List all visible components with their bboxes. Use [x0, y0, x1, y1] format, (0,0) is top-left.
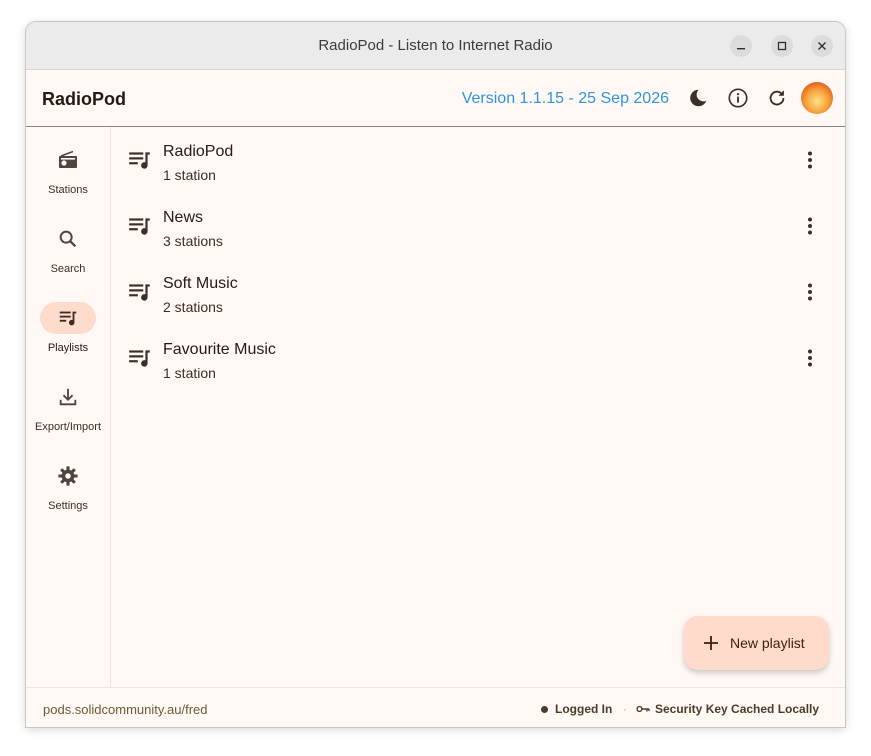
minimize-button[interactable] — [730, 35, 752, 57]
playlist-count: 1 station — [163, 365, 216, 381]
app-logo — [801, 82, 833, 114]
playlist-count: 3 stations — [163, 233, 223, 249]
app-bar: RadioPod Version 1.1.15 - 25 Sep 2026 — [26, 70, 845, 127]
window-titlebar[interactable]: RadioPod - Listen to Internet Radio — [26, 22, 845, 70]
playlist-icon — [129, 218, 150, 235]
close-button[interactable] — [811, 35, 833, 57]
close-icon — [818, 42, 826, 50]
maximize-button[interactable] — [771, 35, 793, 57]
window-title: RadioPod - Listen to Internet Radio — [318, 37, 553, 54]
rail-icon-container — [40, 302, 96, 334]
rail-icon-container — [40, 223, 96, 255]
rail-icon-container — [40, 381, 96, 413]
key-status-label: Security Key Cached Locally — [655, 702, 820, 716]
playlist-name: Soft Music — [163, 275, 238, 292]
more-options-button[interactable] — [797, 145, 823, 175]
more-vert-icon — [808, 349, 812, 367]
playlist-icon — [129, 152, 150, 169]
gear-icon — [58, 466, 78, 486]
app-title: RadioPod — [42, 89, 126, 109]
list-item[interactable]: Favourite Music 1 station — [111, 325, 845, 391]
playlist-icon — [129, 350, 150, 367]
rail-label: Export/Import — [34, 421, 102, 433]
download-icon — [59, 388, 77, 406]
more-options-button[interactable] — [797, 211, 823, 241]
rail-item-playlists[interactable]: Playlists — [26, 302, 110, 372]
search-icon — [59, 230, 77, 248]
playlist-name: RadioPod — [163, 143, 234, 160]
info-icon — [728, 88, 748, 108]
rail-icon-container — [40, 460, 96, 492]
rail-label: Search — [50, 263, 86, 275]
refresh-icon — [769, 90, 785, 106]
app-window: RadioPod - Listen to Internet Radio Radi… — [26, 22, 845, 727]
refresh-button[interactable] — [764, 85, 790, 111]
playlist-name: News — [163, 209, 204, 226]
playlist-count: 1 station — [163, 167, 216, 183]
more-vert-icon — [808, 283, 812, 301]
rail-label: Stations — [48, 184, 88, 196]
radio-icon — [59, 150, 77, 168]
list-item[interactable]: News 3 stations — [111, 193, 845, 259]
login-status-label: Logged In — [555, 702, 613, 716]
playlist-name: Favourite Music — [163, 341, 276, 358]
about-button[interactable] — [725, 85, 751, 111]
rail-label: Playlists — [47, 342, 89, 354]
playlist-icon — [129, 284, 150, 301]
moon-icon — [690, 89, 707, 107]
new-playlist-button[interactable]: New playlist — [684, 616, 829, 670]
plus-icon — [704, 636, 718, 650]
pod-url: pods.solidcommunity.au/fred — [43, 702, 208, 717]
minimize-icon — [737, 48, 745, 50]
new-playlist-label: New playlist — [730, 635, 805, 651]
theme-toggle-button[interactable] — [685, 85, 711, 111]
key-icon — [636, 705, 650, 713]
more-options-button[interactable] — [797, 277, 823, 307]
status-dot-icon — [541, 705, 548, 713]
rail-item-stations[interactable]: Stations — [26, 144, 110, 214]
version-link[interactable]: Version 1.1.15 - 25 Sep 2026 — [462, 90, 669, 108]
login-status: Logged In — [541, 702, 612, 716]
rail-item-export-import[interactable]: Export/Import — [26, 381, 110, 451]
playlist-icon — [59, 311, 77, 326]
maximize-icon — [777, 41, 787, 51]
more-vert-icon — [808, 151, 812, 169]
navigation-rail: Stations Search Playlists Export/Import — [26, 127, 111, 687]
list-item[interactable]: Soft Music 2 stations — [111, 259, 845, 325]
rail-item-search[interactable]: Search — [26, 223, 110, 293]
key-status: Security Key Cached Locally — [636, 702, 819, 716]
rail-item-settings[interactable]: Settings — [26, 460, 110, 530]
rail-label: Settings — [48, 500, 88, 512]
list-item[interactable]: RadioPod 1 station — [111, 127, 845, 193]
status-footer: pods.solidcommunity.au/fred Logged In · … — [26, 687, 845, 727]
rail-icon-container — [40, 144, 96, 176]
status-separator: · — [623, 702, 627, 716]
more-options-button[interactable] — [797, 343, 823, 373]
more-vert-icon — [808, 217, 812, 235]
playlist-count: 2 stations — [163, 299, 223, 315]
